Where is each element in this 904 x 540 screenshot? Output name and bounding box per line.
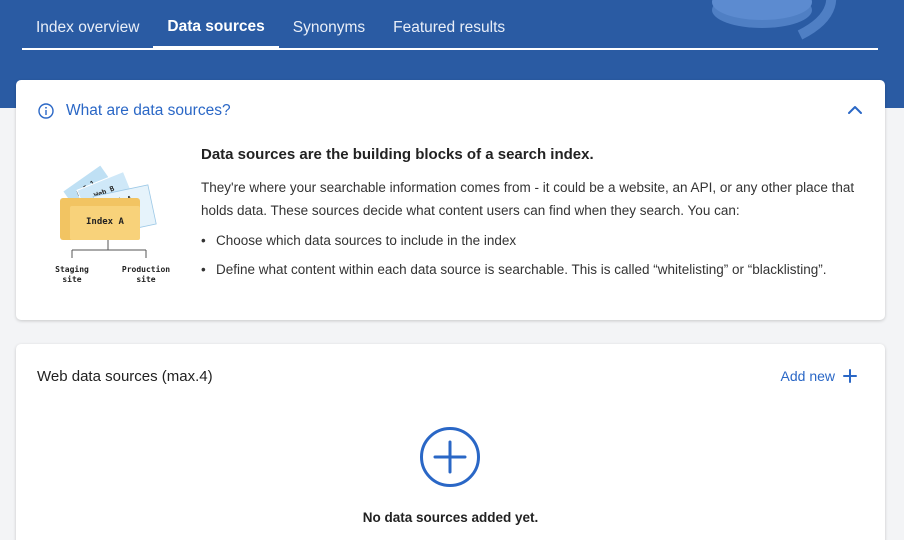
list-item: • Define what content within each data so… — [201, 255, 871, 284]
illustration-folder-label: Index A — [86, 217, 125, 227]
data-sources-info-panel: What are data sources? API 1 Web B Web A… — [16, 80, 885, 320]
info-body: Data sources are the building blocks of … — [201, 146, 871, 284]
web-sources-title: Web data sources (max.4) — [37, 368, 213, 385]
info-description: They're where your searchable informatio… — [201, 180, 855, 218]
info-bullet-list: • Choose which data sources to include in… — [201, 226, 871, 284]
empty-state-text: No data sources added yet. — [362, 510, 539, 525]
chevron-up-icon[interactable] — [847, 104, 863, 116]
tab-bar: Index overview Data sources Synonyms Fea… — [22, 0, 878, 50]
tab-index-overview[interactable]: Index overview — [22, 0, 153, 50]
illustration-staging-label: Staging — [55, 264, 89, 274]
illustration-production-sub: site — [136, 274, 155, 284]
info-heading: Data sources are the building blocks of … — [201, 146, 594, 163]
tab-synonyms[interactable]: Synonyms — [279, 0, 379, 50]
tab-featured-results[interactable]: Featured results — [379, 0, 519, 50]
add-new-button[interactable]: Add new — [781, 368, 857, 384]
list-item: • Choose which data sources to include in… — [201, 226, 871, 255]
illustration-staging-sub: site — [62, 274, 81, 284]
bullet-text: Choose which data sources to include in … — [216, 233, 517, 248]
tab-data-sources[interactable]: Data sources — [153, 0, 279, 50]
add-new-label: Add new — [780, 368, 835, 384]
web-data-sources-panel: Web data sources (max.4) Add new No data… — [16, 344, 885, 540]
illustration-production-label: Production — [122, 264, 170, 274]
plus-icon — [843, 369, 857, 383]
bullet-text: Define what content within each data sou… — [216, 262, 827, 277]
info-panel-title: What are data sources? — [66, 102, 231, 119]
index-illustration: API 1 Web B Web A Index A Staging site P… — [55, 164, 170, 284]
plus-circle-icon[interactable] — [419, 426, 481, 488]
info-icon — [38, 103, 54, 119]
info-panel-toggle[interactable]: What are data sources? — [38, 102, 231, 120]
